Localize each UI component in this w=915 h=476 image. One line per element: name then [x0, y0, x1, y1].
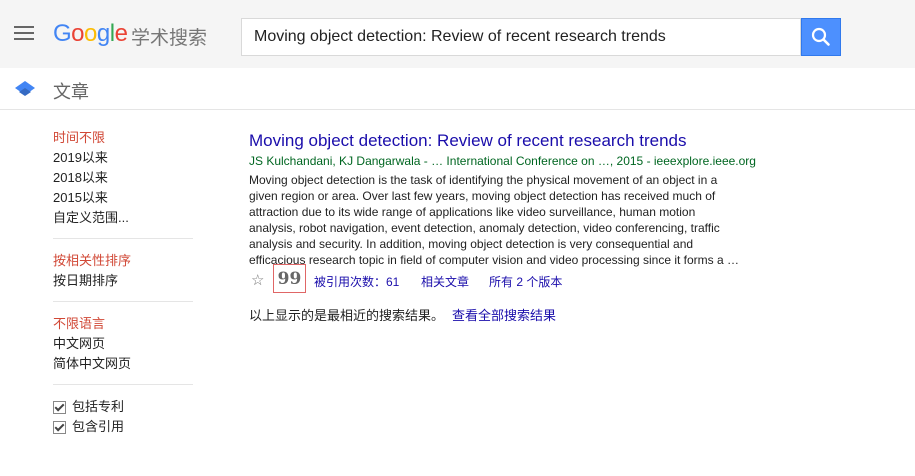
filter-sidebar: 时间不限 2019以来 2018以来 2015以来 自定义范围... 按相关性排… — [53, 128, 193, 437]
logo-letter: o — [84, 20, 97, 47]
logo-letter: g — [96, 20, 110, 47]
sort-by-relevance[interactable]: 按相关性排序 — [53, 251, 193, 271]
scholar-cap-icon — [15, 81, 35, 96]
snippet-line: analysis and security. In addition, movi… — [249, 237, 694, 251]
logo-letter: o — [71, 20, 85, 47]
section-title: 文章 — [53, 82, 89, 102]
search-result: Moving object detection: Review of recen… — [249, 130, 809, 293]
filter-custom-range[interactable]: 自定义范围... — [53, 208, 193, 228]
snippet-line: given region or area. Over last few year… — [249, 189, 716, 203]
google-logo[interactable]: Google — [53, 20, 128, 48]
filter-since-2015[interactable]: 2015以来 — [53, 188, 193, 208]
result-title-link[interactable]: Moving object detection: Review of recen… — [249, 130, 809, 152]
subheader-bar — [0, 68, 915, 110]
sort-by-date[interactable]: 按日期排序 — [53, 271, 193, 291]
lang-simplified-chinese[interactable]: 简体中文网页 — [53, 354, 193, 374]
closest-results-text: 以上显示的是最相近的搜索结果。 — [249, 308, 445, 323]
language-group: 不限语言 中文网页 简体中文网页 — [53, 314, 193, 385]
snippet-line: efficacious research topic in field of c… — [249, 253, 740, 267]
search-input[interactable] — [242, 19, 806, 55]
menu-icon[interactable] — [14, 26, 34, 42]
cited-by-link[interactable]: 被引用次数：61 — [314, 273, 399, 290]
closest-results-note: 以上显示的是最相近的搜索结果。 查看全部搜索结果 — [249, 305, 556, 324]
time-filter-group: 时间不限 2019以来 2018以来 2015以来 自定义范围... — [53, 128, 193, 239]
search-icon — [811, 27, 830, 46]
logo-subtitle: 学术搜索 — [131, 28, 208, 49]
sort-group: 按相关性排序 按日期排序 — [53, 251, 193, 302]
filter-since-2018[interactable]: 2018以来 — [53, 168, 193, 188]
include-patents-label: 包括专利 — [72, 399, 125, 414]
filter-any-time[interactable]: 时间不限 — [53, 128, 193, 148]
lang-any[interactable]: 不限语言 — [53, 314, 193, 334]
snippet-line: Moving object detection is the task of i… — [249, 173, 718, 187]
cite-button[interactable]: 99 — [273, 264, 306, 293]
include-citations-label: 包含引用 — [72, 419, 125, 434]
include-patents-checkbox[interactable]: 包括专利 — [53, 397, 193, 417]
result-snippet: Moving object detection is the task of i… — [249, 172, 779, 268]
checkbox-checked-icon — [53, 400, 66, 414]
quote-icon: 99 — [277, 268, 302, 289]
top-header: Google 学术搜索 — [0, 0, 915, 69]
snippet-line: analysis, robot navigation, event detect… — [249, 221, 720, 235]
lang-chinese[interactable]: 中文网页 — [53, 334, 193, 354]
search-box — [241, 18, 806, 56]
result-meta: JS Kulchandani, KJ Dangarwala - … Intern… — [249, 154, 756, 168]
include-citations-checkbox[interactable]: 包含引用 — [53, 417, 193, 437]
logo-letter: e — [114, 20, 128, 47]
logo-letter: G — [53, 20, 72, 47]
all-versions-link[interactable]: 所有 2 个版本 — [489, 273, 562, 290]
view-all-results-link[interactable]: 查看全部搜索结果 — [452, 308, 556, 323]
snippet-line: attraction due to its wide range of appl… — [249, 205, 696, 219]
save-star-icon[interactable]: ☆ — [251, 271, 264, 289]
checkbox-checked-icon — [53, 420, 66, 434]
search-button[interactable] — [801, 18, 841, 56]
result-actions: ☆ 99 被引用次数：61 相关文章 所有 2 个版本 — [249, 264, 809, 293]
filter-since-2019[interactable]: 2019以来 — [53, 148, 193, 168]
related-articles-link[interactable]: 相关文章 — [421, 273, 469, 290]
